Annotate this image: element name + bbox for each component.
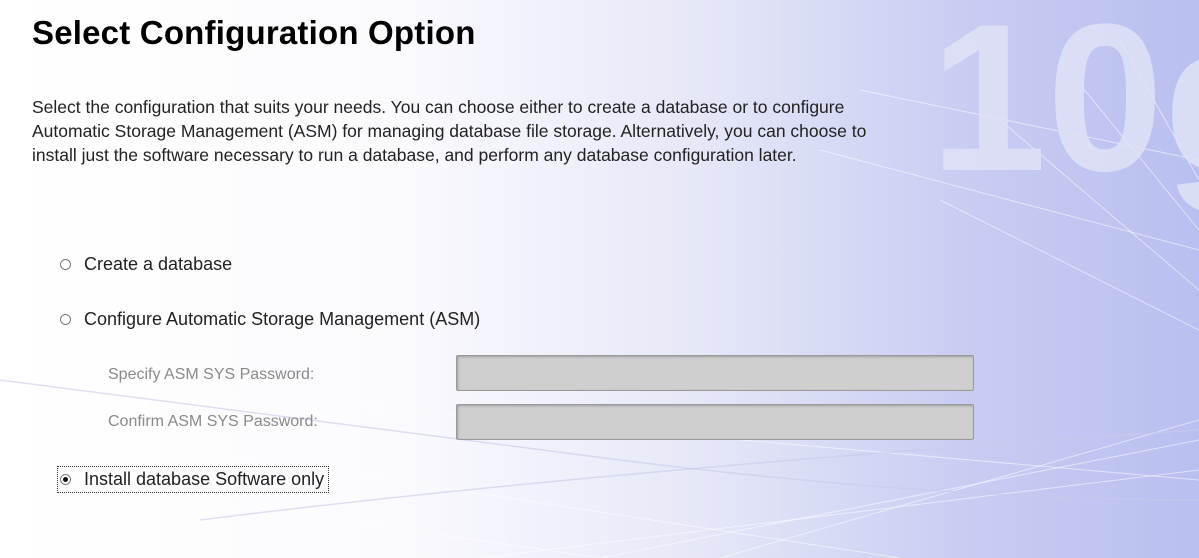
configure-asm-option[interactable]: Configure Automatic Storage Management (… — [60, 309, 480, 330]
install-software-only-option[interactable]: Install database Software only — [56, 466, 330, 493]
description-line: Automatic Storage Management (ASM) for m… — [32, 121, 867, 141]
configure-asm-radio[interactable] — [60, 314, 71, 325]
install-software-only-radio[interactable] — [60, 474, 71, 485]
create-database-label[interactable]: Create a database — [84, 254, 232, 275]
install-software-only-label[interactable]: Install database Software only — [84, 469, 324, 490]
description: Select the configuration that suits your… — [32, 95, 1152, 167]
description-line: install just the software necessary to r… — [32, 145, 797, 165]
asm-confirm-password-label: Confirm ASM SYS Password: — [108, 413, 318, 430]
asm-confirm-password-field[interactable] — [456, 404, 974, 440]
description-line: Select the configuration that suits your… — [32, 97, 845, 117]
asm-password-field[interactable] — [456, 355, 974, 391]
create-database-option[interactable]: Create a database — [60, 254, 232, 275]
page-title: Select Configuration Option — [32, 14, 476, 51]
create-database-radio[interactable] — [60, 259, 71, 270]
configure-asm-label[interactable]: Configure Automatic Storage Management (… — [84, 309, 480, 330]
asm-password-label: Specify ASM SYS Password: — [108, 366, 315, 383]
